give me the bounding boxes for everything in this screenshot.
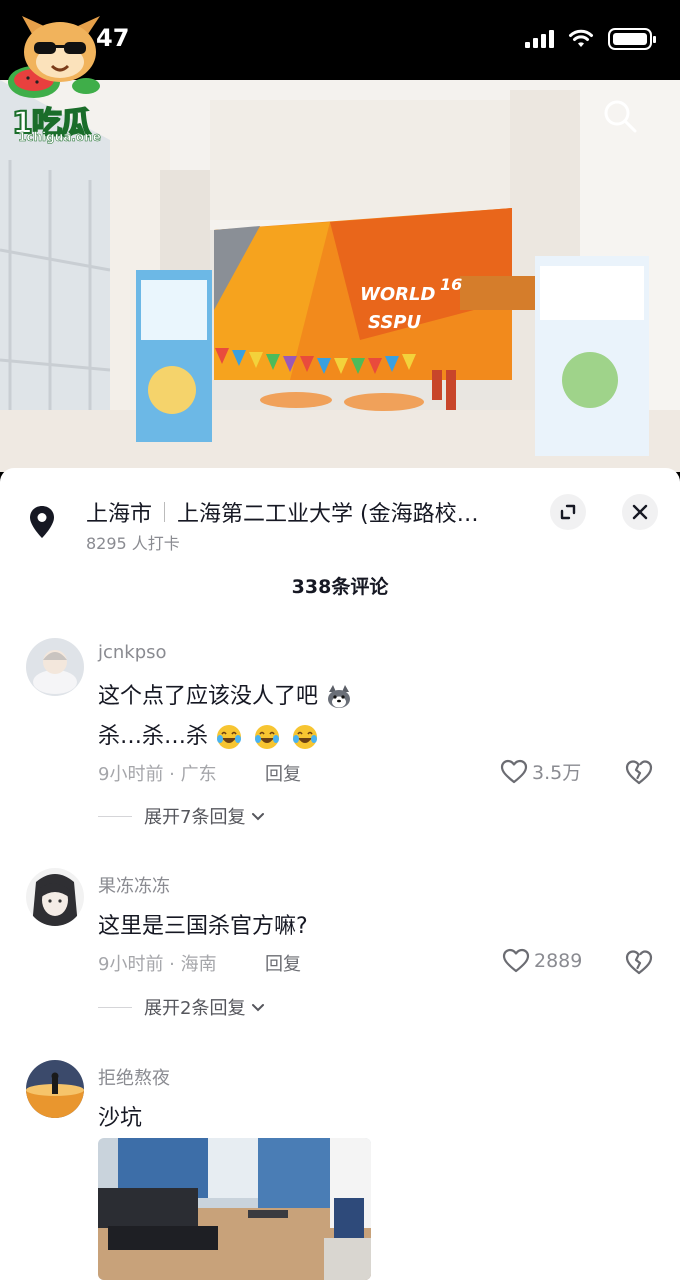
location-pin-icon [30, 506, 54, 538]
comment-username[interactable]: jcnkpso [98, 642, 167, 663]
like-button[interactable]: 2889 [502, 948, 582, 974]
reply-button[interactable]: 回复 [265, 760, 301, 786]
location-divider [164, 502, 166, 522]
husky-emoji-icon [328, 685, 351, 708]
checkin-count: 8295 人打卡 [86, 534, 180, 553]
battery-icon [608, 28, 656, 50]
comment-text: 这个点了应该没人了吧 [98, 678, 352, 710]
chevron-down-icon [252, 813, 265, 821]
heart-icon [502, 948, 530, 973]
tears-of-joy-emoji-icon [217, 725, 242, 749]
expand-label: 展开2条回复 [144, 998, 246, 1019]
comment-line: 这里是三国杀官方嘛? [98, 914, 308, 939]
expand-divider [98, 1006, 132, 1008]
chevron-down-icon [252, 1004, 265, 1012]
svg-text:SSPU: SSPU [368, 312, 421, 333]
expand-label: 展开7条回复 [144, 807, 246, 828]
comment-line: 杀…杀…杀 [98, 724, 209, 749]
svg-text:WORLD: WORLD [360, 284, 435, 305]
comment-text: 这里是三国杀官方嘛? [98, 908, 308, 940]
avatar[interactable] [26, 868, 84, 926]
location-city: 上海市 [86, 502, 153, 527]
like-button[interactable]: 3.5万 [500, 758, 581, 785]
reply-button[interactable]: 回复 [265, 950, 301, 976]
comment-text: 沙坑 [98, 1100, 142, 1132]
watermark-domain: 1chigua.one [18, 130, 101, 145]
minimize-icon [560, 504, 576, 520]
close-button[interactable] [622, 494, 658, 530]
comment-image[interactable] [98, 1138, 371, 1280]
wifi-icon [569, 29, 593, 47]
comment-line: 沙坑 [98, 1106, 143, 1131]
search-icon [604, 100, 637, 133]
search-button[interactable] [600, 96, 640, 136]
tears-of-joy-emoji-icon [293, 725, 318, 749]
signal-icon [525, 30, 554, 48]
like-count: 2889 [534, 950, 583, 972]
svg-text:16: 16 [440, 275, 462, 294]
location-photo: WORLD SSPU 16 [0, 80, 680, 472]
broken-heart-icon[interactable] [624, 948, 654, 976]
comment-meta: 9小时前 · 广东 [98, 764, 217, 785]
comment-text-line2: 杀…杀…杀 [98, 718, 318, 750]
comment-username[interactable]: 拒绝熬夜 [98, 1064, 170, 1090]
avatar[interactable] [26, 1060, 84, 1118]
expand-replies-button[interactable]: 展开2条回复 [98, 994, 267, 1020]
avatar[interactable] [26, 638, 84, 696]
expand-replies-button[interactable]: 展开7条回复 [98, 803, 267, 829]
status-icons [525, 28, 656, 50]
comment-line: 这个点了应该没人了吧 [98, 684, 319, 709]
tears-of-joy-emoji-icon [255, 725, 280, 749]
hamster-mascot-icon [8, 16, 100, 98]
minimize-button[interactable] [550, 494, 586, 530]
like-count: 3.5万 [532, 762, 582, 784]
heart-icon [500, 759, 528, 783]
expand-divider [98, 815, 132, 817]
location-place: 上海第二工业大学 (金海路校… [177, 502, 479, 527]
location-title[interactable]: 上海市 上海第二工业大学 (金海路校… [86, 496, 479, 528]
broken-heart-icon[interactable] [624, 758, 654, 786]
comment-count: 338条评论 [291, 576, 389, 598]
comment-meta: 9小时前 · 海南 [98, 954, 217, 975]
watermark-logo: 1吃瓜 1chigua.one [4, 12, 116, 144]
close-icon [632, 504, 648, 520]
comment-username[interactable]: 果冻冻冻 [98, 872, 170, 898]
